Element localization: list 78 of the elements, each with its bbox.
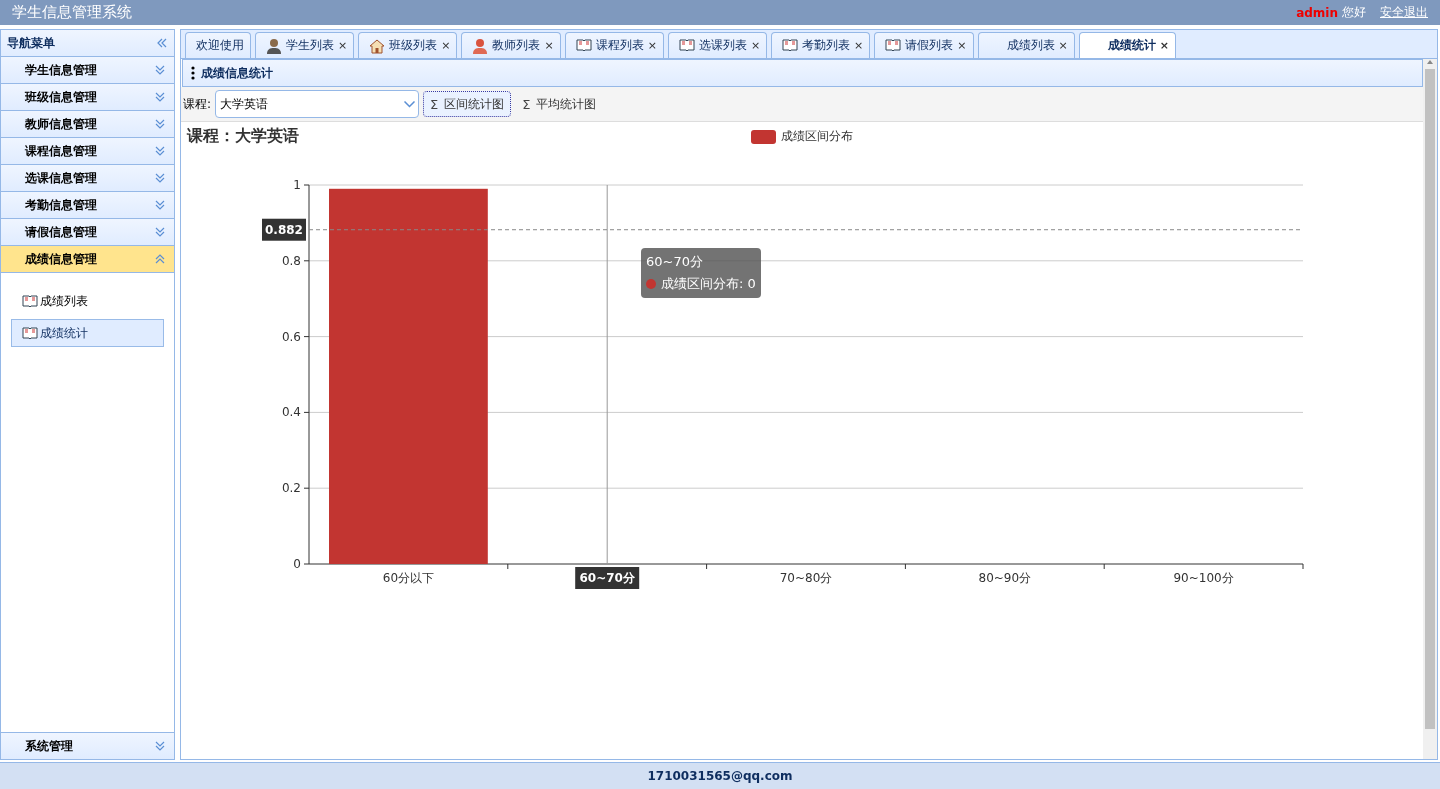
person-icon xyxy=(266,37,282,54)
book-icon xyxy=(22,294,38,308)
expand-icon[interactable] xyxy=(154,199,166,211)
menu-section[interactable]: 系统管理 xyxy=(1,732,174,759)
close-icon[interactable]: × xyxy=(647,39,657,52)
close-icon[interactable]: × xyxy=(1058,39,1068,52)
panel-title: 成绩信息统计 xyxy=(201,64,273,82)
tab[interactable]: 成绩统计 × xyxy=(1078,32,1176,58)
course-label: 课程: xyxy=(183,95,212,113)
legend-item[interactable]: 成绩区间分布 xyxy=(751,128,853,145)
axis-label: 0.2 xyxy=(281,481,301,496)
axis-label: 0.8 xyxy=(281,253,301,268)
chart-heading: 课程：大学英语 xyxy=(187,126,299,147)
close-icon[interactable]: × xyxy=(544,39,554,52)
expand-icon[interactable] xyxy=(154,64,166,76)
axis-label: 0 xyxy=(293,557,301,571)
menu-section[interactable]: 教师信息管理 xyxy=(1,111,174,138)
course-select[interactable]: 大学英语 xyxy=(215,90,420,118)
close-icon[interactable]: × xyxy=(441,39,451,52)
tab[interactable]: 选课列表 × xyxy=(667,32,768,58)
menu-item[interactable]: 成绩列表 xyxy=(11,287,164,315)
more-icon[interactable] xyxy=(191,66,195,80)
menu-section[interactable]: 考勤信息管理 xyxy=(1,192,174,219)
footer-email: 1710031565@qq.com xyxy=(647,769,793,783)
menu-section[interactable]: 成绩信息管理 xyxy=(1,246,174,273)
book-icon xyxy=(782,39,799,52)
pointer-label: 0.882 xyxy=(262,218,306,241)
menu-section[interactable]: 班级信息管理 xyxy=(1,84,174,111)
chart-button[interactable]: Σ 平均统计图 xyxy=(515,91,604,117)
menu-item[interactable]: 成绩统计 xyxy=(11,319,164,347)
tab[interactable]: 学生列表 × xyxy=(255,32,355,58)
chart-tooltip: 60~70分 成绩区间分布: 0 xyxy=(641,248,761,298)
house-icon xyxy=(369,37,386,54)
close-icon[interactable]: × xyxy=(854,39,864,52)
app-title: 学生信息管理系统 xyxy=(12,3,132,22)
tab[interactable]: 欢迎使用 xyxy=(185,32,251,58)
menu-section[interactable]: 请假信息管理 xyxy=(1,219,174,246)
menu-section[interactable]: 学生信息管理 xyxy=(1,57,174,84)
series-dot xyxy=(646,279,656,289)
axis-label: 70~80分 xyxy=(779,571,833,585)
expand-icon[interactable] xyxy=(154,91,166,103)
expand-icon[interactable] xyxy=(154,740,166,752)
axis-label: 1 xyxy=(293,178,301,192)
username: admin xyxy=(1296,5,1338,20)
collapse-icon[interactable] xyxy=(154,253,166,265)
close-icon[interactable]: × xyxy=(1159,39,1169,52)
menu-section[interactable]: 选课信息管理 xyxy=(1,165,174,192)
axis-label: 60分以下 xyxy=(382,571,435,585)
expand-icon[interactable] xyxy=(154,145,166,157)
greeting: 您好 xyxy=(1342,4,1366,21)
tab[interactable]: 班级列表 × xyxy=(358,32,458,58)
book-icon xyxy=(22,326,38,340)
dropdown-icon xyxy=(403,100,415,108)
expand-icon[interactable] xyxy=(154,118,166,130)
tab[interactable]: 课程列表 × xyxy=(564,32,664,58)
scrollbar[interactable] xyxy=(1423,59,1437,759)
menu-section[interactable]: 课程信息管理 xyxy=(1,138,174,165)
axis-label: 90~100分 xyxy=(1173,571,1234,585)
person-icon xyxy=(472,37,489,54)
close-icon[interactable]: × xyxy=(338,39,348,52)
sidebar-title: 导航菜单 xyxy=(7,34,55,52)
pointer-label: 60~70分 xyxy=(575,567,640,589)
tab[interactable]: 请假列表 × xyxy=(874,32,974,58)
book-icon xyxy=(678,39,695,52)
chart-button[interactable]: Σ 区间统计图 xyxy=(423,91,512,117)
axis-label: 80~90分 xyxy=(978,571,1032,585)
expand-icon[interactable] xyxy=(154,226,166,238)
tab[interactable]: 成绩列表 × xyxy=(977,32,1075,58)
close-icon[interactable]: × xyxy=(750,39,761,52)
tab[interactable]: 考勤列表 × xyxy=(771,32,871,58)
expand-icon[interactable] xyxy=(154,172,166,184)
close-icon[interactable]: × xyxy=(957,39,967,52)
axis-label: 0.4 xyxy=(281,405,301,420)
book-icon xyxy=(575,39,592,52)
book-icon xyxy=(885,39,902,52)
axis-label: 0.6 xyxy=(281,329,301,344)
tab[interactable]: 教师列表 × xyxy=(461,32,561,58)
collapse-icon[interactable] xyxy=(156,37,168,49)
